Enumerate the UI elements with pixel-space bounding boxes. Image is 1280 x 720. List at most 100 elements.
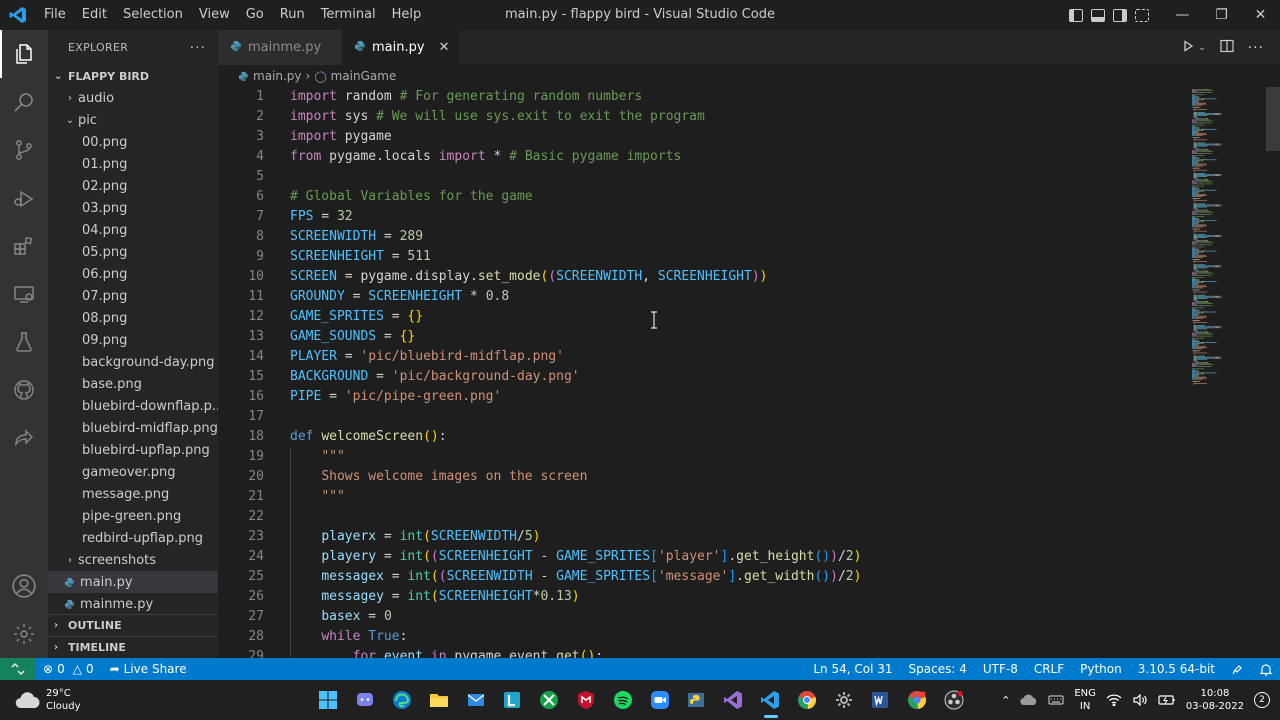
notifications-bell-icon[interactable] [1252,663,1280,676]
editor-more-actions-icon[interactable]: ··· [1248,40,1264,56]
tree-file-background-day-png[interactable]: background-day.png [48,351,218,373]
file-explorer-icon[interactable] [420,680,457,720]
remote-window-button[interactable] [0,658,35,680]
mcafee-shield-icon[interactable] [568,680,605,720]
xbox-icon[interactable] [531,680,568,720]
outline-section-header[interactable]: › OUTLINE [48,614,218,636]
remote-explorer-icon[interactable] [0,270,48,318]
mail-icon[interactable] [457,680,494,720]
tree-file-gameover-png[interactable]: gameover.png [48,461,218,483]
menu-terminal[interactable]: Terminal [313,0,384,30]
tree-file-05-png[interactable]: 05.png [48,241,218,263]
vscode-logo-icon[interactable] [0,0,36,30]
minimize-button[interactable]: — [1163,0,1202,30]
tree-file-03-png[interactable]: 03.png [48,197,218,219]
toggle-panel-icon[interactable] [1091,8,1105,22]
settings-app-icon[interactable] [825,680,862,720]
input-language[interactable]: ENG IN [1074,687,1096,713]
edge-browser-icon[interactable] [384,680,421,720]
clock[interactable]: 10:08 03-08-2022 [1186,687,1244,713]
menu-go[interactable]: Go [238,0,272,30]
testing-icon[interactable] [0,318,48,366]
tree-folder-screenshots[interactable]: › screenshots [48,549,218,571]
minimap[interactable] [1188,87,1266,387]
github-icon[interactable] [0,366,48,414]
tree-folder-pic[interactable]: ⌄ pic [48,109,218,131]
tree-file-bluebird-midflap-png[interactable]: bluebird-midflap.png [48,417,218,439]
tree-folder-audio[interactable]: › audio [48,87,218,109]
end-of-line[interactable]: CRLF [1026,662,1072,676]
chrome-icon[interactable] [788,680,825,720]
cursor-position[interactable]: Ln 54, Col 31 [805,662,900,676]
app-l-icon[interactable] [494,680,531,720]
search-icon[interactable] [0,78,48,126]
wifi-icon[interactable] [1106,694,1122,706]
tree-file-message-png[interactable]: message.png [48,483,218,505]
split-editor-icon[interactable] [1220,39,1234,57]
notification-center-badge[interactable]: 2 [1254,692,1270,708]
breadcrumb-symbol[interactable]: mainGame [331,69,397,83]
obs-record-icon[interactable] [936,680,973,720]
menu-run[interactable]: Run [272,0,313,30]
menu-edit[interactable]: Edit [74,0,115,30]
show-hidden-icons-chevron-icon[interactable]: ⌃ [1001,694,1010,707]
tree-file-01-png[interactable]: 01.png [48,153,218,175]
tree-file-main-py[interactable]: main.py [48,571,218,593]
customize-layout-icon[interactable] [1135,8,1149,22]
source-control-icon[interactable] [0,126,48,174]
onedrive-cloud-icon[interactable] [1020,694,1038,706]
folder-section-header[interactable]: ⌄ FLAPPY BIRD [48,65,218,87]
run-dropdown-chevron-icon[interactable]: ⌄ [1198,43,1206,53]
feedback-icon[interactable] [1223,663,1252,676]
tree-file-pipe-green-png[interactable]: pipe-green.png [48,505,218,527]
problems-indicator[interactable]: ⊗ 0 △ 0 [35,662,102,676]
python-idle-icon[interactable] [678,680,715,720]
timeline-section-header[interactable]: › TIMELINE [48,636,218,658]
zoom-icon[interactable] [641,680,678,720]
tree-file-02-png[interactable]: 02.png [48,175,218,197]
tree-file-04-png[interactable]: 04.png [48,219,218,241]
tab-main-py[interactable]: main.py ✕ [342,30,460,65]
toggle-sidebar-icon[interactable] [1069,8,1083,22]
tree-file-09-png[interactable]: 09.png [48,329,218,351]
weather-widget[interactable]: 29°C Cloudy [14,680,80,720]
breadcrumb-file[interactable]: main.py [253,69,302,83]
keyboard-icon[interactable] [1048,694,1064,706]
more-actions-icon[interactable]: ··· [190,40,206,56]
restore-button[interactable]: ❐ [1202,0,1241,30]
volume-icon[interactable] [1132,694,1148,706]
spotify-icon[interactable] [604,680,641,720]
run-python-file-icon[interactable] [1182,39,1194,56]
tree-file-redbird-upflap-png[interactable]: redbird-upflap.png [48,527,218,549]
account-icon[interactable] [0,562,48,610]
tab-mainme-py[interactable]: mainme.py [218,30,342,65]
close-window-button[interactable]: ✕ [1241,0,1280,30]
menu-file[interactable]: File [36,0,74,30]
toggle-secondary-sidebar-icon[interactable] [1113,8,1127,22]
menu-view[interactable]: View [191,0,238,30]
visual-studio-icon[interactable] [715,680,752,720]
indentation[interactable]: Spaces: 4 [901,662,975,676]
scrollbar-thumb[interactable] [1266,87,1280,151]
teams-chat-icon[interactable] [347,680,384,720]
tree-file-base-png[interactable]: base.png [48,373,218,395]
word-icon[interactable] [862,680,899,720]
run-debug-icon[interactable] [0,174,48,222]
live-share-icon[interactable] [0,414,48,462]
battery-charging-icon[interactable] [1158,694,1176,706]
menu-help[interactable]: Help [384,0,430,30]
editor-scrollbar[interactable] [1266,87,1280,658]
close-tab-icon[interactable]: ✕ [439,40,450,55]
live-share-button[interactable]: ➦ Live Share [102,662,195,676]
start-windows-icon[interactable] [310,680,347,720]
vscode-taskbar-icon[interactable] [752,680,789,720]
language-mode[interactable]: Python [1072,662,1130,676]
tree-file-bluebird-downflap-p[interactable]: bluebird-downflap.p... [48,395,218,417]
tree-file-06-png[interactable]: 06.png [48,263,218,285]
tree-file-bluebird-upflap-png[interactable]: bluebird-upflap.png [48,439,218,461]
extensions-icon[interactable] [0,222,48,270]
code-editor[interactable]: 1 import random # For generating random n… [218,87,1280,658]
tree-file-08-png[interactable]: 08.png [48,307,218,329]
menu-selection[interactable]: Selection [115,0,191,30]
python-interpreter[interactable]: 3.10.5 64-bit [1130,662,1223,676]
